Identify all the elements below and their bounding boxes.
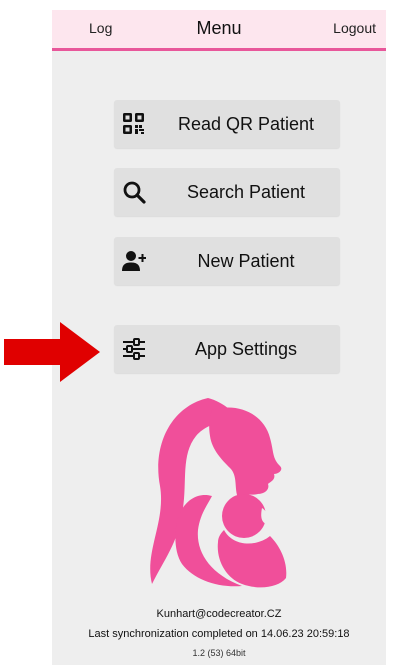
app-settings-label: App Settings — [194, 339, 298, 359]
search-patient-label: Search Patient — [186, 182, 306, 202]
screen: Log Menu Logout Read QR Patient Search P… — [0, 0, 397, 667]
logout-button[interactable]: Logout — [333, 20, 376, 36]
red-arrow-annotation — [4, 322, 100, 382]
mother-child-logo — [150, 398, 287, 588]
new-patient-label: New Patient — [197, 251, 295, 271]
app-screen: Log Menu Logout Read QR Patient Search P… — [52, 10, 386, 665]
qr-code-icon — [123, 113, 144, 134]
sync-status: Last synchronization completed on 14.06.… — [88, 628, 350, 640]
new-patient-button[interactable]: New Patient — [114, 237, 340, 285]
sliders-icon — [123, 338, 145, 360]
top-bar: Log Menu Logout — [52, 10, 386, 51]
app-version: 1.2 (53) 64bit — [192, 648, 246, 658]
search-patient-button[interactable]: Search Patient — [114, 168, 340, 216]
app-settings-button[interactable]: App Settings — [114, 325, 340, 373]
read-qr-patient-button[interactable]: Read QR Patient — [114, 100, 340, 148]
search-icon — [123, 181, 146, 204]
user-email: Kunhart@codecreator.CZ — [156, 608, 282, 620]
read-qr-patient-label: Read QR Patient — [177, 114, 315, 134]
add-person-icon — [122, 251, 146, 271]
